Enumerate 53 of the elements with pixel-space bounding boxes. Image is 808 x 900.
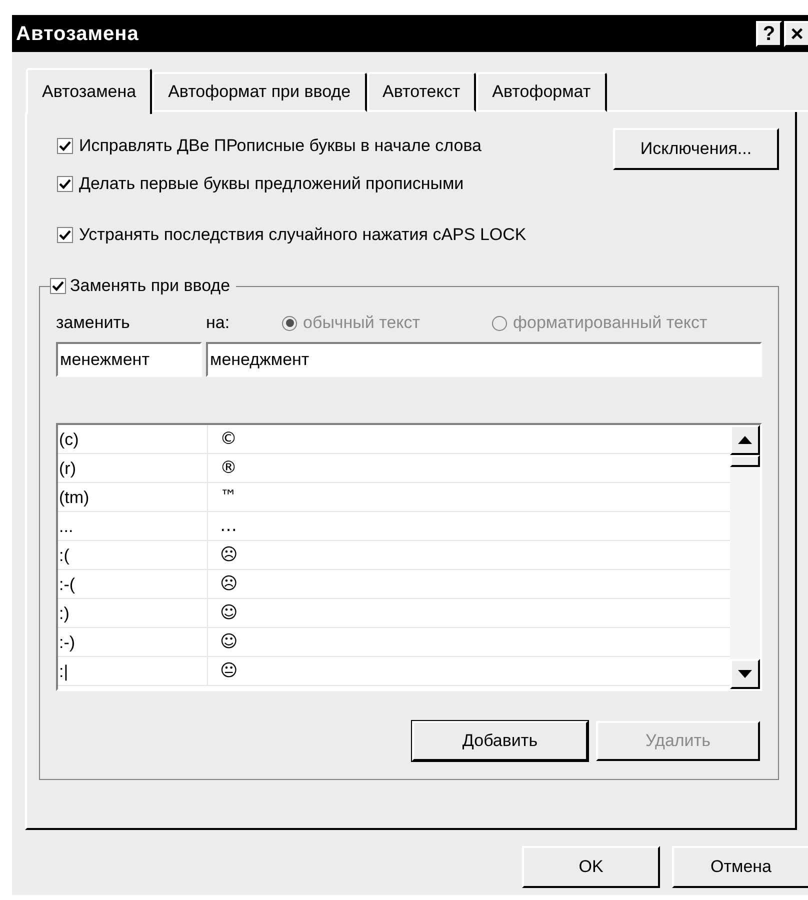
checkmark-icon [59,178,71,190]
table-cell-text: ☹ [219,573,238,596]
table-cell-text: ☹ [219,544,238,567]
help-button[interactable]: ? [756,20,782,46]
table-cell-text: ☺ [219,602,238,625]
option-label: Делать первые буквы предложений прописными [79,173,464,196]
with-label: на: [206,312,231,334]
table-cell: :( [58,541,208,569]
checkmark-icon [52,280,64,292]
option-label: Исправлять ДВе ПРописные буквы в начале слова [79,135,482,158]
radio-label: форматированный текст [513,312,708,334]
checkbox[interactable] [57,138,73,154]
scroll-down-button[interactable] [730,659,760,689]
add-button[interactable]: Добавить [412,721,588,761]
with-field[interactable]: менеджмент [206,342,762,377]
group-label: Заменять при вводе [70,275,230,298]
table-cell: :) [58,599,208,627]
replace-field[interactable]: менежмент [56,342,202,377]
tab[interactable]: Автоформат при вводе [152,72,367,112]
up-arrow-icon [738,436,752,444]
table-cell: :-( [58,570,208,598]
tab[interactable]: Автотекст [366,72,476,112]
table-cell: :| [58,657,208,685]
table-cell: (tm) [58,483,208,511]
ok-button[interactable]: OK [522,846,660,888]
scroll-up-button[interactable] [730,425,760,455]
checkmark-icon [59,140,71,152]
window-title: Автозамена [16,22,140,46]
replace-label: заменить [56,312,131,334]
scroll-thumb[interactable] [730,455,760,467]
radio-label: обычный текст [303,312,420,334]
table-cell-text: ☺ [219,631,238,654]
checkbox[interactable] [50,278,66,294]
table-cell: ... [58,512,208,540]
option-label: Устранять последствия случайного нажатия cAPS LOCK [79,224,526,246]
checkbox[interactable] [57,176,73,192]
exceptions-button[interactable]: Исключения... [613,128,779,170]
table-cell-text: 😐 [219,660,238,683]
cancel-button[interactable]: Отмена [672,846,808,888]
table-cell: :-) [58,628,208,656]
table-cell-text: © [219,428,237,451]
table-cell-text: … [219,515,237,538]
checkbox[interactable] [57,227,73,243]
down-arrow-icon [738,670,752,678]
table-cell: (c) [58,425,208,453]
table-cell-text: ® [219,457,237,480]
table-cell-text: ™ [219,486,237,509]
tab[interactable]: Автоформат [476,72,607,112]
tab[interactable]: Автозамена [26,68,152,114]
close-button[interactable]: × [784,20,808,46]
scrollbar[interactable] [730,425,760,689]
checkmark-icon [59,229,71,241]
table-cell: (r) [58,454,208,482]
